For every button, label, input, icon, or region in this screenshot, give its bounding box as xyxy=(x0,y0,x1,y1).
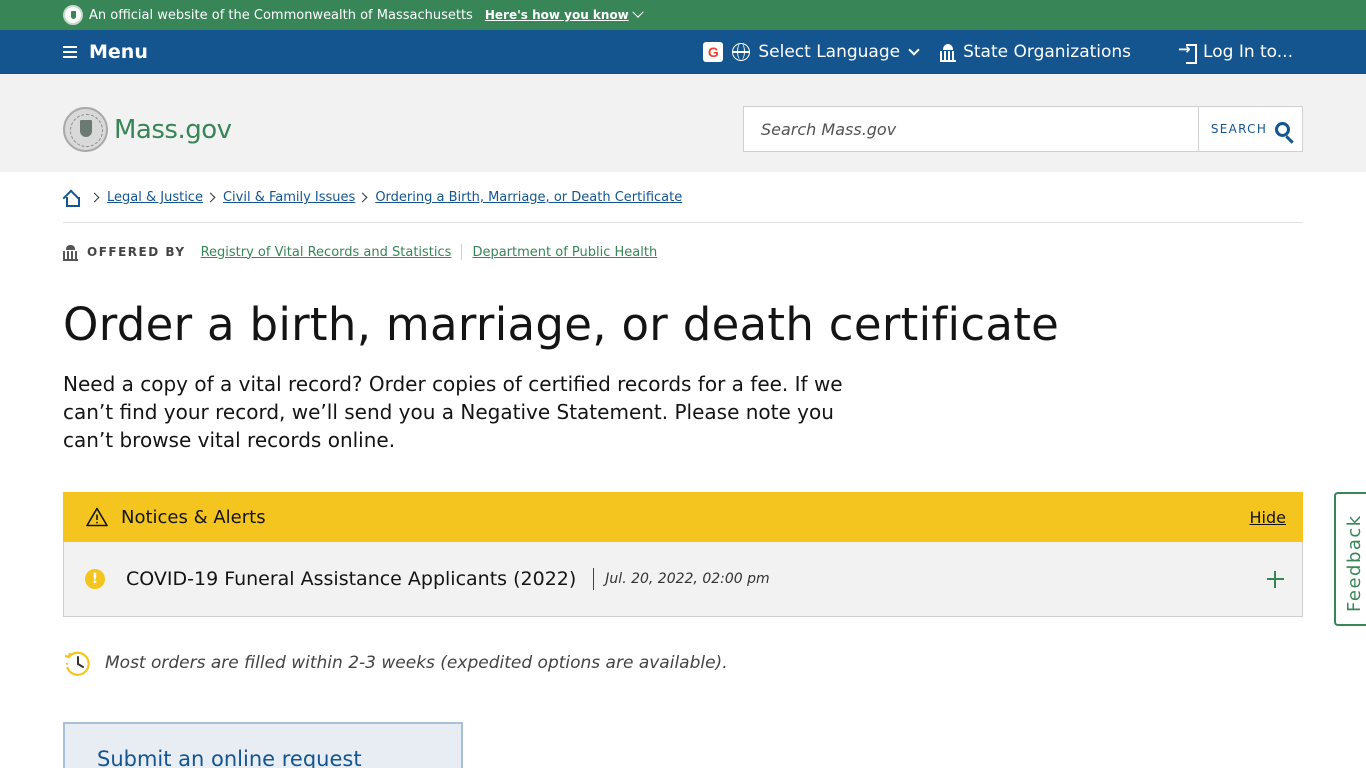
search-form: SEARCH xyxy=(743,106,1303,152)
breadcrumb: Legal & Justice Civil & Family Issues Or… xyxy=(63,190,682,207)
search-button-label: SEARCH xyxy=(1210,122,1268,136)
chevron-down-icon xyxy=(632,6,644,18)
clock-icon xyxy=(63,648,93,678)
alerts-header: Notices & Alerts Hide xyxy=(63,492,1303,542)
chevron-right-icon xyxy=(357,192,368,203)
divider xyxy=(461,244,463,260)
select-language-label: Select Language xyxy=(758,42,901,62)
capitol-building-icon xyxy=(940,44,957,62)
page-lede: Need a copy of a vital record? Order cop… xyxy=(63,372,843,452)
state-seal-icon xyxy=(63,5,83,25)
official-banner-text: An official website of the Commonwealth … xyxy=(89,7,473,23)
login-icon xyxy=(1178,40,1198,64)
processing-time-text: Most orders are filled within 2-3 weeks … xyxy=(105,653,728,673)
org-link-vital-records[interactable]: Registry of Vital Records and Statistics xyxy=(201,245,452,260)
breadcrumb-ordering-certificate[interactable]: Ordering a Birth, Marriage, or Death Cer… xyxy=(375,190,682,205)
plus-icon[interactable] xyxy=(1267,570,1284,588)
alert-title[interactable]: COVID-19 Funeral Assistance Applicants (… xyxy=(126,568,576,590)
feedback-button[interactable]: Feedback xyxy=(1334,492,1366,626)
search-button[interactable]: SEARCH xyxy=(1198,107,1302,151)
divider xyxy=(593,568,595,590)
home-icon[interactable] xyxy=(63,191,80,207)
heres-how-you-know-link[interactable]: Here's how you know xyxy=(484,6,644,22)
search-input[interactable] xyxy=(744,107,1198,151)
warning-icon xyxy=(86,507,108,527)
hide-alerts-button[interactable]: Hide xyxy=(1250,508,1286,527)
building-icon xyxy=(63,245,78,261)
divider xyxy=(63,222,1303,223)
commonwealth-seal-icon xyxy=(63,107,108,152)
globe-icon xyxy=(732,43,751,61)
login-button[interactable]: Log In to... xyxy=(1131,40,1293,64)
alert-exclamation-icon: ! xyxy=(85,569,105,589)
offered-by-label: OFFERED BY xyxy=(87,245,186,259)
official-banner: An official website of the Commonwealth … xyxy=(0,0,1366,30)
chevron-right-icon xyxy=(205,192,216,203)
breadcrumb-civil-family-issues[interactable]: Civil & Family Issues xyxy=(223,190,355,205)
google-translate-icon: G xyxy=(703,42,724,62)
feedback-label: Feedback xyxy=(1344,514,1365,612)
menu-button[interactable]: Menu xyxy=(63,30,148,74)
search-icon xyxy=(1275,121,1291,137)
utility-nav: Menu G Select Language State Organizatio… xyxy=(0,30,1366,74)
state-organizations-label: State Organizations xyxy=(963,42,1132,62)
offered-by: OFFERED BY Registry of Vital Records and… xyxy=(63,244,657,261)
submit-online-request-card[interactable]: Submit an online request xyxy=(63,722,463,768)
org-link-public-health[interactable]: Department of Public Health xyxy=(472,245,657,260)
processing-time-note: Most orders are filled within 2-3 weeks … xyxy=(63,648,728,678)
breadcrumb-legal-justice[interactable]: Legal & Justice xyxy=(107,190,203,205)
site-header: Mass.gov SEARCH xyxy=(0,74,1366,172)
menu-label: Menu xyxy=(89,41,148,63)
logo-text: Mass.gov xyxy=(114,114,232,145)
alerts-title: Notices & Alerts xyxy=(121,506,266,528)
hamburger-icon xyxy=(63,46,77,58)
utility-nav-right: G Select Language State Organizations Lo… xyxy=(703,30,1293,74)
login-label: Log In to... xyxy=(1203,42,1293,62)
page-title: Order a birth, marriage, or death certif… xyxy=(63,298,1060,351)
heres-how-you-know-label: Here's how you know xyxy=(484,8,629,22)
submit-online-request-label: Submit an online request xyxy=(97,747,362,768)
alert-item[interactable]: ! COVID-19 Funeral Assistance Applicants… xyxy=(63,542,1303,617)
alert-date: Jul. 20, 2022, 02:00 pm xyxy=(605,571,770,587)
state-organizations-button[interactable]: State Organizations xyxy=(918,42,1131,62)
chevron-right-icon xyxy=(89,192,100,203)
select-language-button[interactable]: Select Language xyxy=(732,42,920,62)
mass-gov-logo[interactable]: Mass.gov xyxy=(63,107,232,152)
